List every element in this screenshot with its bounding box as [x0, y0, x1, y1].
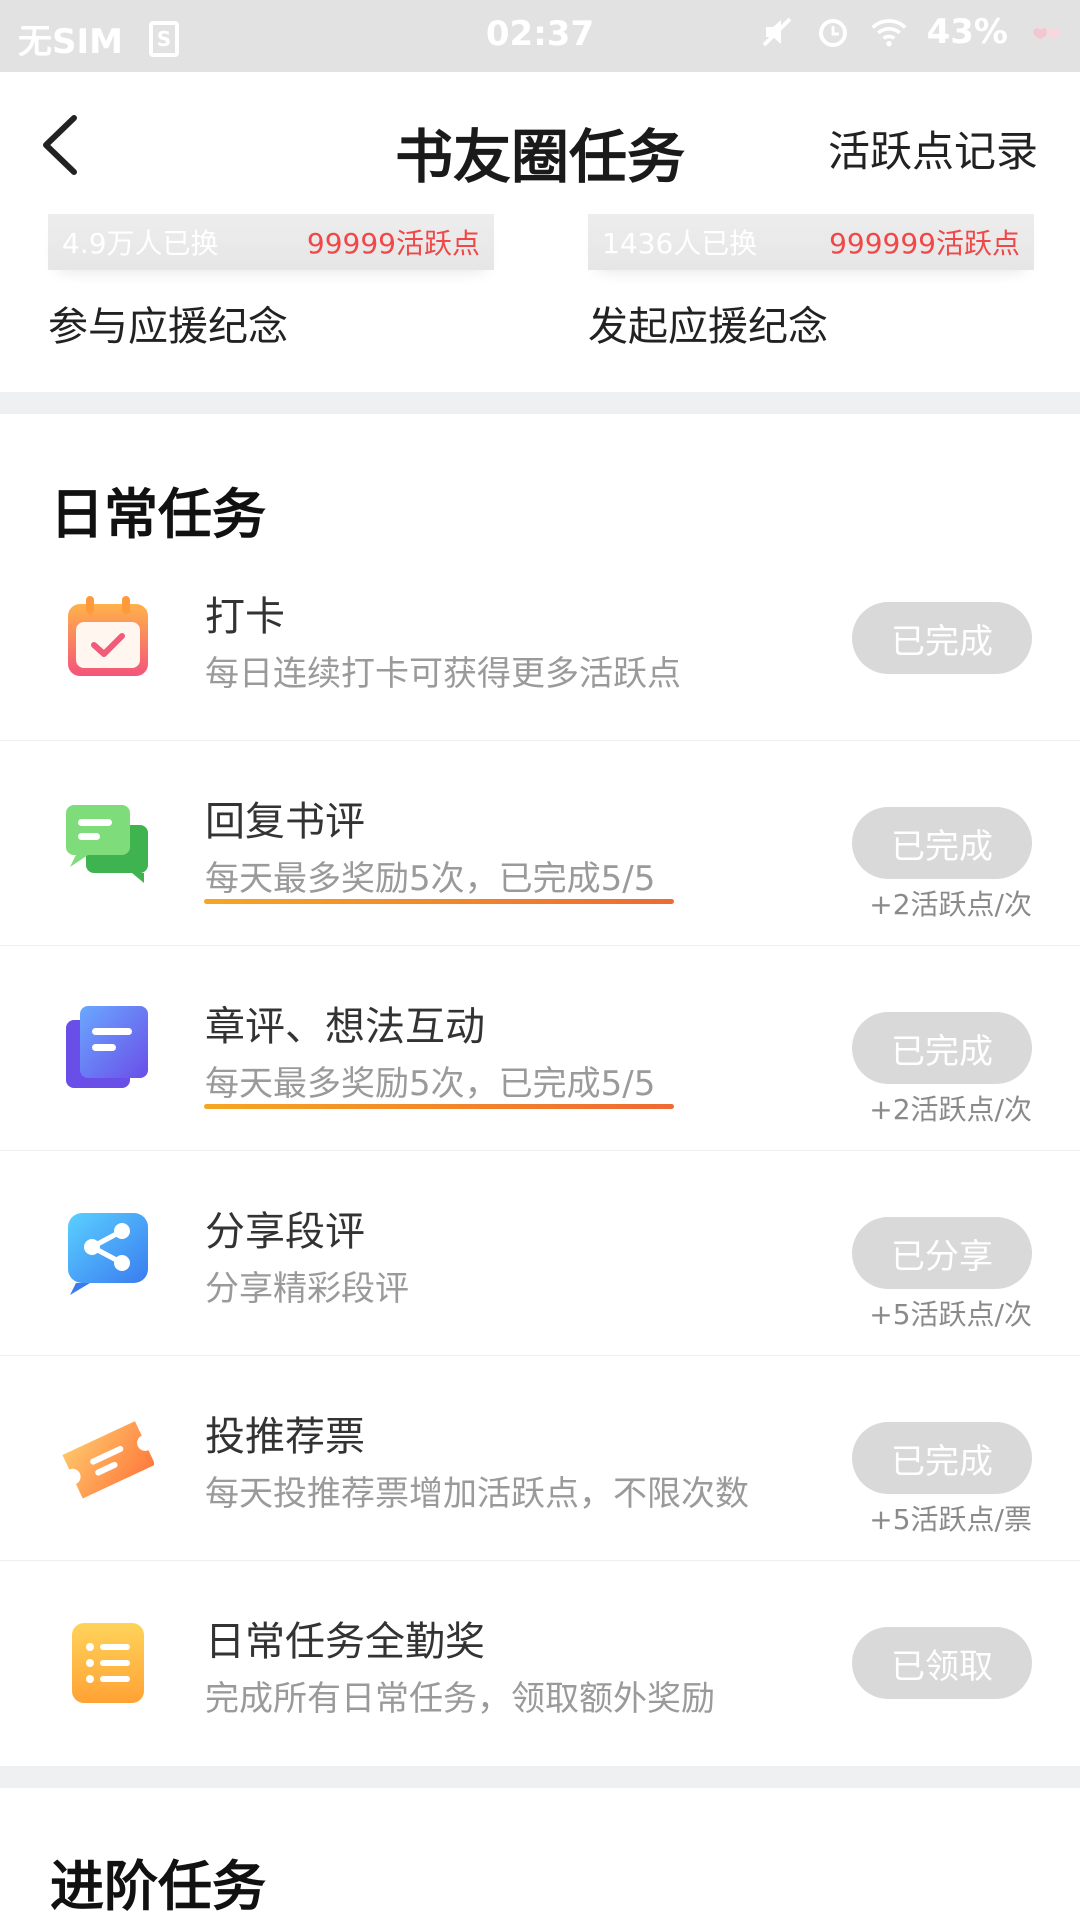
support-bar: 1436人已换 999999活跃点: [588, 214, 1034, 270]
progress-underline: [204, 1104, 674, 1109]
document-stack-icon: [62, 1002, 154, 1094]
points-cost: 99999活跃点: [306, 227, 480, 260]
task-reward: +5活跃点/次: [869, 1298, 1032, 1331]
battery-level: 43%: [926, 12, 1008, 52]
chat-bubbles-icon: [62, 797, 154, 889]
task-full-attendance: 日常任务全勤奖 完成所有日常任务，领取额外奖励 已领取: [0, 1561, 1080, 1766]
support-card-start[interactable]: 1436人已换 999999活跃点 发起应援纪念: [588, 214, 1034, 352]
task-status-button[interactable]: 已完成: [852, 1012, 1032, 1084]
task-title: 日常任务全勤奖: [205, 1619, 485, 1665]
advanced-tasks-title: 进阶任务: [50, 1854, 266, 1918]
task-description: 每天最多奖励5次，已完成5/5: [205, 1064, 656, 1104]
task-checkin: 打卡 每日连续打卡可获得更多活跃点 已完成: [0, 536, 1080, 741]
support-label: 参与应援纪念: [48, 304, 288, 350]
task-title: 章评、想法互动: [205, 1004, 485, 1050]
task-status-button[interactable]: 已完成: [852, 1422, 1032, 1494]
header: 书友圈任务 活跃点记录: [0, 72, 1080, 212]
task-share-comment: 分享段评 分享精彩段评 已分享 +5活跃点/次: [0, 1151, 1080, 1356]
mute-icon: [759, 14, 795, 50]
ticket-icon: [62, 1412, 156, 1504]
battery-icon: [1028, 14, 1064, 50]
task-description: 完成所有日常任务，领取额外奖励: [205, 1679, 715, 1719]
task-reward: +2活跃点/次: [869, 1093, 1032, 1126]
calendar-check-icon: [62, 592, 154, 684]
task-reply-review: 回复书评 每天最多奖励5次，已完成5/5 已完成 +2活跃点/次: [0, 741, 1080, 946]
task-status-button[interactable]: 已领取: [852, 1627, 1032, 1699]
task-chapter-comment: 章评、想法互动 每天最多奖励5次，已完成5/5 已完成 +2活跃点/次: [0, 946, 1080, 1151]
task-description: 每日连续打卡可获得更多活跃点: [205, 654, 681, 694]
task-title: 打卡: [205, 594, 285, 640]
section-divider: [0, 392, 1080, 414]
share-icon: [62, 1207, 154, 1299]
points-cost: 999999活跃点: [829, 227, 1020, 260]
section-divider: [0, 1766, 1080, 1788]
list-icon: [62, 1617, 154, 1709]
status-bar: 无SIM S 02:37 43%: [0, 0, 1080, 72]
exchange-count: 1436人已换: [602, 227, 758, 260]
task-description: 每天投推荐票增加活跃点，不限次数: [205, 1474, 749, 1514]
task-title: 分享段评: [205, 1209, 365, 1255]
exchange-count: 4.9万人已换: [62, 227, 219, 260]
support-card-join[interactable]: 4.9万人已换 99999活跃点 参与应援纪念: [48, 214, 494, 352]
progress-underline: [204, 899, 674, 904]
task-recommend-vote: 投推荐票 每天投推荐票增加活跃点，不限次数 已完成 +5活跃点/票: [0, 1356, 1080, 1561]
task-reward: +5活跃点/票: [869, 1503, 1032, 1536]
support-bar: 4.9万人已换 99999活跃点: [48, 214, 494, 270]
task-title: 回复书评: [205, 799, 365, 845]
activity-records-link[interactable]: 活跃点记录: [828, 118, 1038, 179]
wifi-icon: [871, 14, 907, 50]
task-description: 每天最多奖励5次，已完成5/5: [205, 859, 656, 899]
task-description: 分享精彩段评: [205, 1269, 409, 1309]
task-title: 投推荐票: [205, 1414, 365, 1460]
task-status-button[interactable]: 已完成: [852, 602, 1032, 674]
task-reward: +2活跃点/次: [869, 888, 1032, 921]
alarm-icon: [815, 14, 851, 50]
support-label: 发起应援纪念: [588, 304, 828, 350]
task-status-button[interactable]: 已分享: [852, 1217, 1032, 1289]
task-status-button[interactable]: 已完成: [852, 807, 1032, 879]
